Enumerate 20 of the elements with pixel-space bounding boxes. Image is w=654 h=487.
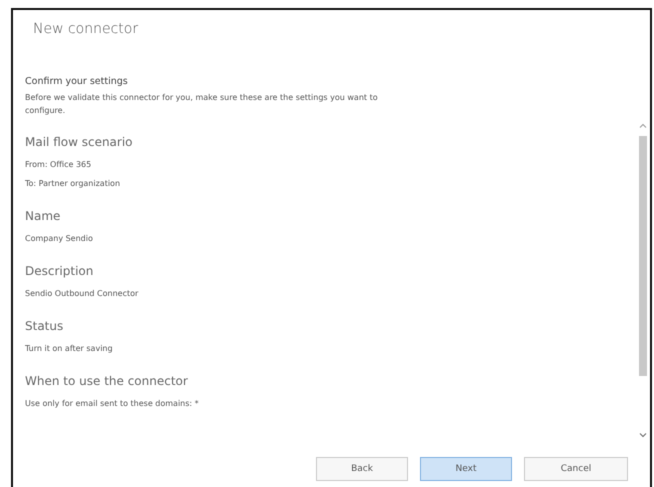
next-button[interactable]: Next (420, 457, 512, 481)
setting-value: Use only for email sent to these domains: * (25, 398, 200, 410)
section-heading: Mail flow scenario (25, 135, 134, 149)
section-heading: Confirm your settings (25, 76, 129, 87)
cancel-button[interactable]: Cancel (524, 457, 628, 481)
scroll-down-icon[interactable] (639, 431, 647, 439)
section-heading: Name (25, 209, 62, 223)
setting-value: Sendio Outbound Connector (25, 288, 140, 300)
setting-value: Company Sendio (25, 233, 94, 245)
scroll-up-icon[interactable] (639, 122, 647, 130)
window-title: New connector (32, 20, 140, 39)
section-heading: Description (25, 264, 94, 278)
scrollbar-thumb[interactable] (639, 136, 647, 376)
setting-value: To: Partner organization (25, 178, 122, 190)
setting-value: Turn it on after saving (25, 343, 114, 355)
setting-value: From: Office 365 (25, 159, 92, 171)
section-heading: When to use the connector (25, 374, 189, 388)
section-heading: Status (25, 319, 64, 333)
back-button[interactable]: Back (316, 457, 408, 481)
instruction-text: Before we validate this connector for you, make sure these are the settings you want to configure. (25, 92, 379, 117)
